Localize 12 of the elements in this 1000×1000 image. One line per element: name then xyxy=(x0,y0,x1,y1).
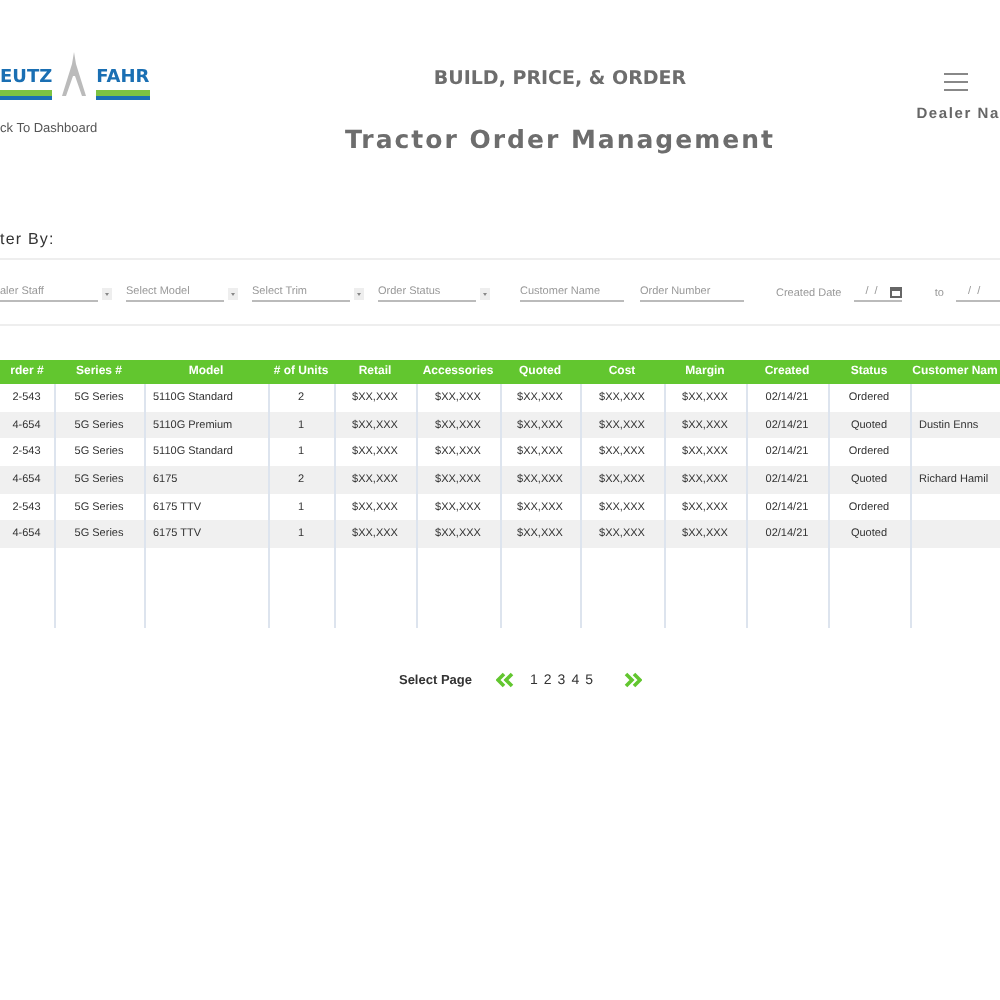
double-chevron-right-icon[interactable] xyxy=(623,672,642,689)
caret-icon xyxy=(102,288,112,300)
page-title: Tractor Order Management xyxy=(345,124,775,154)
caret-icon xyxy=(354,288,364,300)
filter-label: ter By: xyxy=(0,230,1000,260)
caret-icon xyxy=(228,288,238,300)
double-chevron-left-icon[interactable] xyxy=(495,672,514,689)
calendar-icon[interactable] xyxy=(890,286,903,298)
app-title: BUILD, PRICE, & ORDER xyxy=(433,68,687,90)
caret-icon xyxy=(480,288,490,300)
menu-icon[interactable] xyxy=(944,72,968,92)
logo: EUTZ FAHR xyxy=(0,48,150,96)
